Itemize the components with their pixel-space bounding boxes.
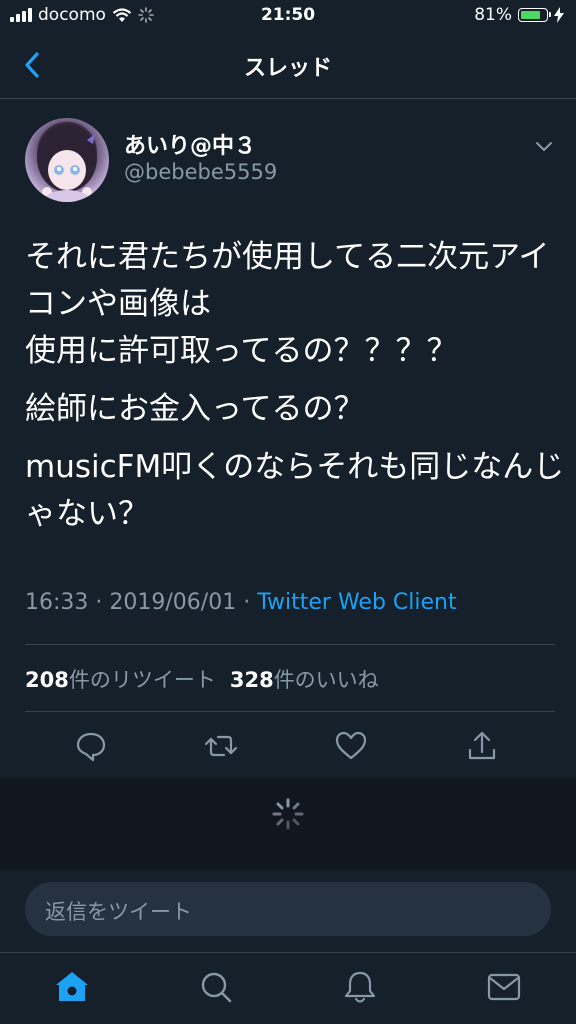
mail-icon[interactable] <box>484 967 524 1007</box>
tweet-paragraph: musicFM叩くのならそれも同じなんじゃない？ <box>25 449 565 532</box>
divider <box>25 644 555 645</box>
like-count: 328 <box>229 668 274 692</box>
meta-separator: · <box>95 590 103 615</box>
author-handle[interactable]: @bebebe5559 <box>124 160 277 184</box>
tweet-date: 2019/06/01 <box>109 590 237 615</box>
meta-separator: · <box>243 590 251 615</box>
tweet-meta: 16:33 · 2019/06/01 · Twitter Web Client <box>25 590 457 615</box>
retweet-count: 208 <box>25 668 69 692</box>
retweets-stat[interactable]: 208件のリツイート <box>25 668 216 692</box>
loading-spinner-icon <box>272 798 304 830</box>
likes-stat[interactable]: 328件のいいね <box>230 668 379 692</box>
chevron-down-icon[interactable] <box>533 138 555 154</box>
reply-input[interactable]: 返信をツイート <box>25 882 551 936</box>
retweet-label: 件のリツイート <box>68 668 216 692</box>
charging-bolt-icon <box>554 7 564 23</box>
tweet-actions <box>0 726 576 766</box>
tab-bar <box>0 952 576 1024</box>
reply-placeholder: 返信をツイート <box>45 900 192 924</box>
like-label: 件のいいね <box>273 668 379 692</box>
bell-icon[interactable] <box>340 967 380 1007</box>
author-name[interactable]: あいり@中３ <box>124 128 256 160</box>
status-right: 81% <box>474 5 564 25</box>
avatar[interactable] <box>25 118 109 202</box>
avatar-illustration <box>37 124 97 202</box>
reply-icon[interactable] <box>71 726 111 766</box>
status-bar: docomo 21:50 81% <box>0 0 576 32</box>
tweet-time: 16:33 <box>25 590 89 615</box>
divider <box>25 711 555 712</box>
tweet-body: それに君たちが使用してる二次元アイコンや画像は 使用に許可取ってるの？？？？ 絵… <box>25 234 565 549</box>
page-title: スレッド <box>243 56 332 81</box>
tweet-paragraph: それに君たちが使用してる二次元アイコンや画像は 使用に許可取ってるの？？？？ <box>25 239 550 369</box>
tweet-paragraph: 絵師にお金入ってるの？ <box>25 391 365 427</box>
share-icon[interactable] <box>462 726 502 766</box>
home-icon[interactable] <box>52 967 92 1007</box>
battery-percent: 81% <box>474 5 512 25</box>
like-heart-icon[interactable] <box>331 726 371 766</box>
battery-icon <box>518 8 551 22</box>
search-icon[interactable] <box>196 967 236 1007</box>
nav-header: スレッド <box>0 32 576 99</box>
client-link[interactable]: Twitter Web Client <box>257 590 456 615</box>
retweet-icon[interactable] <box>201 726 241 766</box>
tweet-stats: 208件のリツイート 328件のいいね <box>25 664 379 694</box>
